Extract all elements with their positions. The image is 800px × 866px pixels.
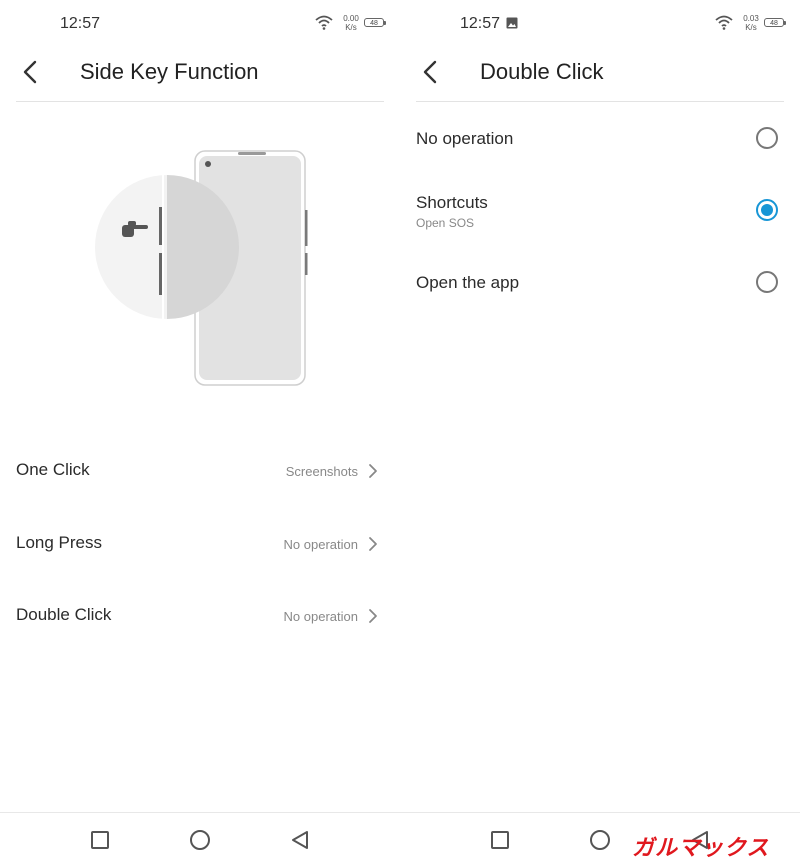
site-watermark-logo: ガルマックス bbox=[632, 836, 770, 861]
back-triangle-icon[interactable] bbox=[289, 829, 311, 851]
status-time: 12:57 bbox=[460, 15, 501, 32]
wifi-icon bbox=[715, 15, 733, 30]
radio-button[interactable] bbox=[756, 127, 778, 149]
chevron-right-icon bbox=[369, 537, 377, 551]
status-bar: 12:57 0.03 K/s 48 bbox=[400, 0, 800, 48]
network-speed: 0.00 K/s bbox=[343, 14, 359, 32]
chevron-right-icon bbox=[369, 464, 377, 478]
wifi-icon bbox=[315, 15, 333, 30]
option-label: No operation bbox=[416, 129, 514, 148]
radio-button-selected[interactable] bbox=[756, 199, 778, 221]
option-sublabel: Open SOS bbox=[416, 216, 475, 230]
setting-value: No operation bbox=[283, 609, 358, 624]
app-bar: Double Click bbox=[400, 48, 800, 102]
status-time: 12:57 bbox=[60, 15, 101, 32]
side-key-function-screen: 12:57 0.00 K/s 48 Side Key Function One … bbox=[0, 0, 400, 866]
back-arrow-icon[interactable] bbox=[416, 58, 444, 86]
network-speed: 0.03 K/s bbox=[743, 14, 759, 32]
page-title: Double Click bbox=[480, 59, 604, 84]
back-arrow-icon[interactable] bbox=[16, 58, 44, 86]
header-divider bbox=[16, 101, 384, 102]
battery-icon: 48 bbox=[364, 18, 386, 27]
app-bar: Side Key Function bbox=[0, 48, 400, 102]
option-label: Open the app bbox=[416, 273, 520, 292]
option-no-operation[interactable]: No operation bbox=[400, 110, 800, 170]
option-open-the-app[interactable]: Open the app bbox=[400, 254, 800, 314]
setting-row-one-click[interactable]: One Click Screenshots bbox=[0, 442, 400, 502]
page-title: Side Key Function bbox=[80, 59, 259, 84]
setting-value: No operation bbox=[283, 537, 358, 552]
setting-label: Long Press bbox=[16, 533, 102, 552]
option-shortcuts[interactable]: Shortcuts Open SOS bbox=[400, 182, 800, 242]
battery-icon: 48 bbox=[764, 18, 786, 27]
status-bar: 12:57 0.00 K/s 48 bbox=[0, 0, 400, 48]
setting-row-double-click[interactable]: Double Click No operation bbox=[0, 587, 400, 647]
chevron-right-icon bbox=[369, 609, 377, 623]
setting-label: One Click bbox=[16, 460, 90, 479]
home-circle-icon[interactable] bbox=[589, 829, 611, 851]
navigation-bar bbox=[0, 812, 400, 866]
radio-button[interactable] bbox=[756, 271, 778, 293]
option-label: Shortcuts bbox=[416, 193, 488, 212]
setting-label: Double Click bbox=[16, 605, 112, 624]
home-circle-icon[interactable] bbox=[189, 829, 211, 851]
setting-row-long-press[interactable]: Long Press No operation bbox=[0, 515, 400, 575]
image-notification-icon bbox=[506, 17, 518, 29]
recents-square-icon[interactable] bbox=[489, 829, 511, 851]
setting-value: Screenshots bbox=[285, 464, 358, 479]
recents-square-icon[interactable] bbox=[89, 829, 111, 851]
header-divider bbox=[416, 101, 784, 102]
side-key-illustration bbox=[95, 150, 308, 386]
double-click-screen: 12:57 0.03 K/s 48 Double Click No operat… bbox=[400, 0, 800, 866]
